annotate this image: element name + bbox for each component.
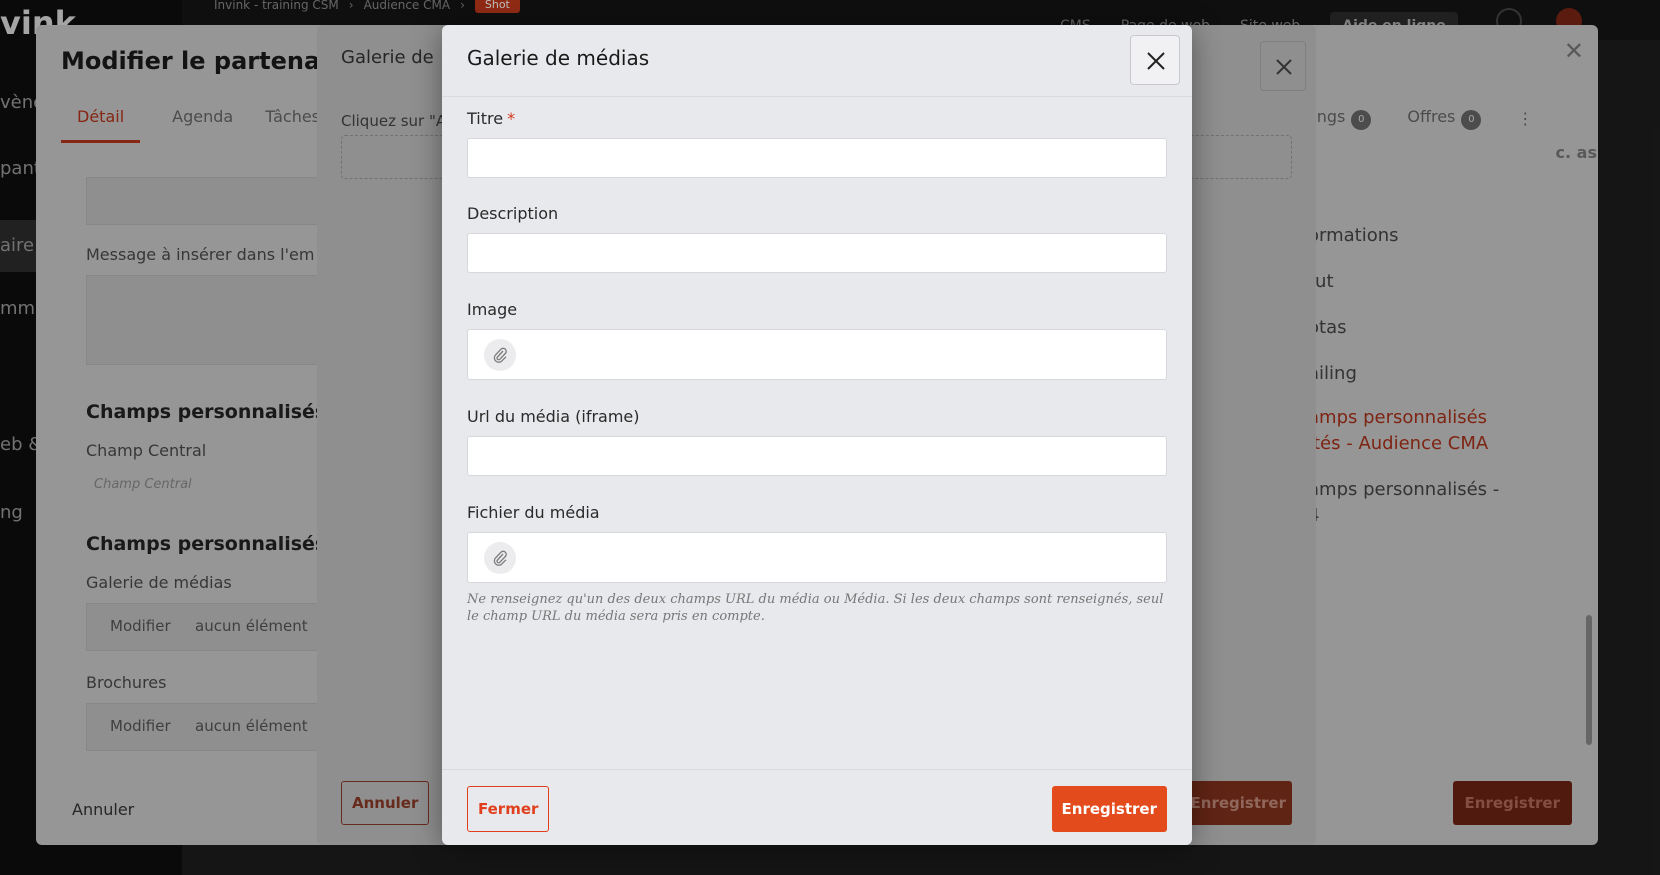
modal-header: Galerie de médias xyxy=(442,25,1192,97)
close-modal-button[interactable]: Fermer xyxy=(467,786,550,832)
modal-body: Titre * Description Image Url du média (i… xyxy=(442,109,1192,625)
paperclip-icon[interactable] xyxy=(484,542,516,574)
close-button[interactable] xyxy=(1130,35,1180,85)
help-note: Ne renseignez qu'un des deux champs URL … xyxy=(467,592,1164,624)
url-group: Url du média (iframe) xyxy=(467,407,1167,476)
modal-footer: Fermer Enregistrer xyxy=(442,769,1192,845)
url-label: Url du média (iframe) xyxy=(467,407,640,426)
titre-label-text: Titre xyxy=(467,109,504,128)
fichier-label: Fichier du média xyxy=(467,503,600,522)
titre-label: Titre * xyxy=(467,109,1167,128)
image-file-input[interactable] xyxy=(467,329,1167,380)
required-mark: * xyxy=(507,109,516,128)
titre-input[interactable] xyxy=(467,138,1167,178)
description-input[interactable] xyxy=(467,233,1167,273)
save-button[interactable]: Enregistrer xyxy=(1051,786,1167,832)
media-file-input[interactable] xyxy=(467,532,1167,583)
description-label: Description xyxy=(467,204,559,223)
media-gallery-modal: Galerie de médias Titre * Description Ima… xyxy=(442,25,1192,845)
modal-title: Galerie de médias xyxy=(467,46,650,70)
titre-group: Titre * xyxy=(467,109,1167,178)
paperclip-icon[interactable] xyxy=(484,339,516,371)
image-label: Image xyxy=(467,300,518,319)
url-input[interactable] xyxy=(467,436,1167,476)
description-group: Description xyxy=(467,204,1167,273)
close-icon xyxy=(1147,52,1165,70)
fichier-group: Fichier du média Ne renseignez qu'un des… xyxy=(467,503,1167,625)
image-group: Image xyxy=(467,300,1167,380)
